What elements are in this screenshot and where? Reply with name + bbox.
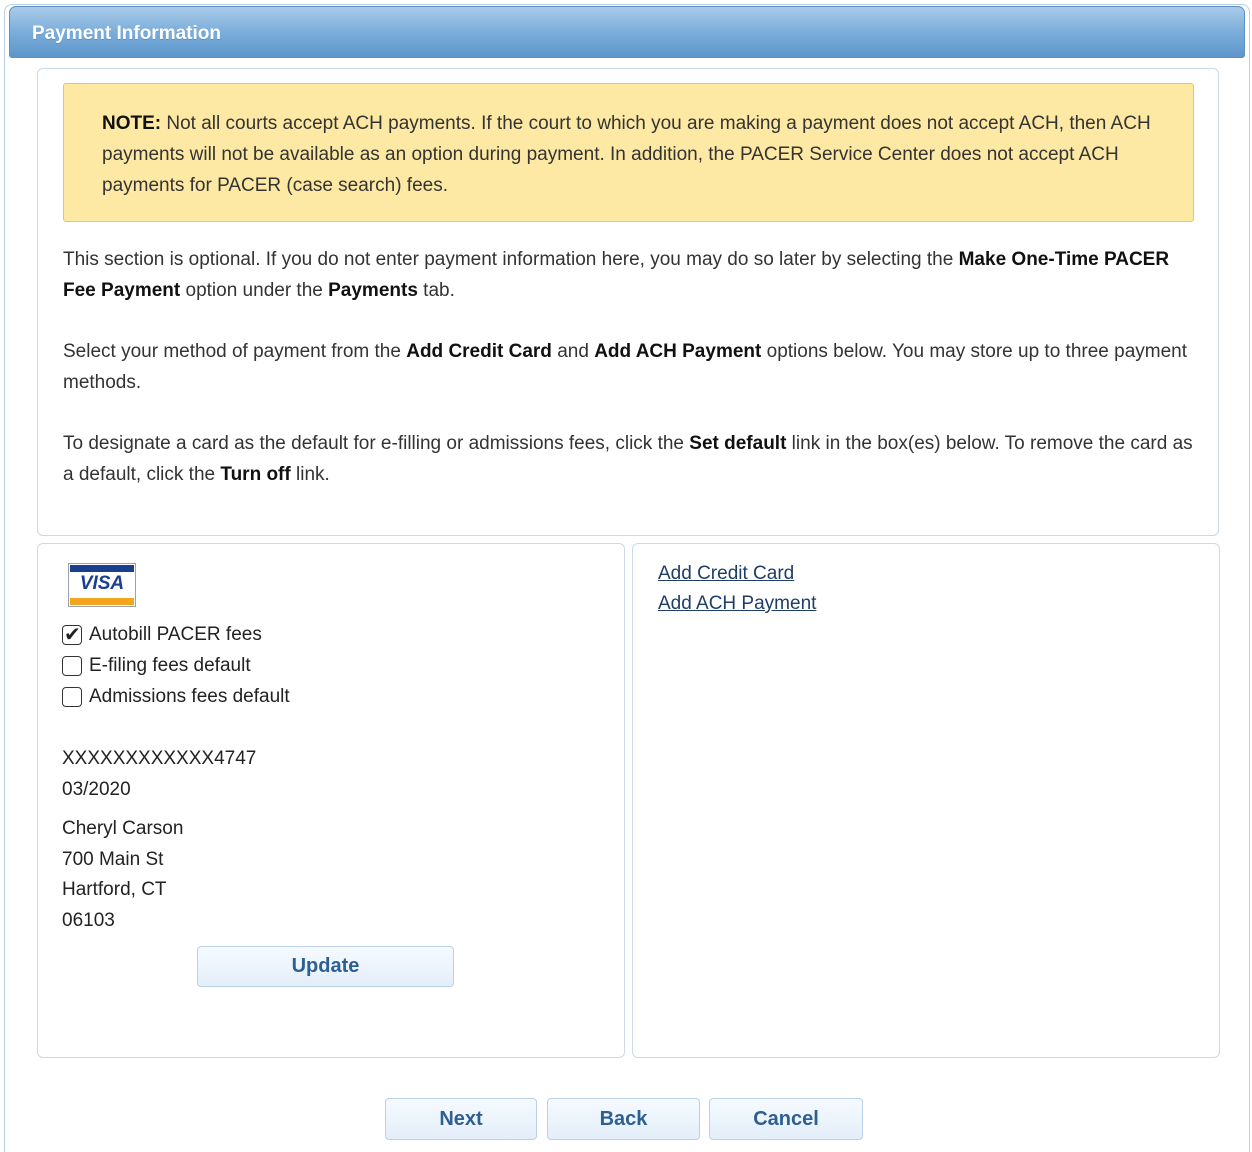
add-ach-payment-link[interactable]: Add ACH Payment — [658, 593, 816, 615]
default-text-3: link. — [290, 464, 330, 485]
method-paragraph: Select your method of payment from the A… — [63, 336, 1193, 398]
method-text-1: Select your method of payment from the — [63, 341, 407, 362]
optional-text-2: option under the — [180, 280, 329, 301]
update-button[interactable]: Update — [197, 946, 454, 987]
method-bold-2: Add ACH Payment — [594, 341, 762, 362]
back-button[interactable]: Back — [547, 1098, 700, 1140]
visa-card-icon: VISA — [68, 563, 136, 607]
default-bold-2: Turn off — [220, 464, 291, 485]
method-bold-1: Add Credit Card — [406, 341, 552, 362]
add-credit-card-link[interactable]: Add Credit Card — [658, 563, 794, 585]
admissions-default-option[interactable]: Admissions fees default — [62, 684, 290, 710]
card-brand: VISA — [79, 573, 125, 594]
admissions-default-checkbox[interactable] — [62, 687, 82, 707]
billing-city-state: Hartford, CT — [62, 879, 167, 900]
optional-text-3: tab. — [417, 280, 455, 301]
optional-text-1: This section is optional. If you do not … — [63, 249, 959, 270]
autobill-label: Autobill PACER fees — [89, 624, 262, 645]
efiling-default-checkbox[interactable] — [62, 656, 82, 676]
optional-bold-2: Payments — [328, 280, 418, 301]
card-expiry: 03/2020 — [62, 779, 131, 800]
panel-header: Payment Information — [9, 6, 1245, 58]
next-button[interactable]: Next — [385, 1098, 537, 1140]
default-paragraph: To designate a card as the default for e… — [63, 428, 1193, 490]
panel-title: Payment Information — [32, 23, 221, 44]
optional-paragraph: This section is optional. If you do not … — [63, 244, 1193, 306]
default-text-1: To designate a card as the default for e… — [63, 433, 690, 454]
billing-zip: 06103 — [62, 910, 115, 931]
efiling-default-option[interactable]: E-filing fees default — [62, 653, 251, 679]
autobill-checkbox[interactable] — [62, 622, 82, 646]
default-bold-1: Set default — [689, 433, 787, 454]
method-text-2: and — [551, 341, 595, 362]
cancel-button[interactable]: Cancel — [709, 1098, 863, 1140]
card-number: XXXXXXXXXXXX4747 — [62, 748, 257, 769]
autobill-option[interactable]: Autobill PACER fees — [62, 622, 262, 648]
efiling-default-label: E-filing fees default — [89, 655, 251, 676]
note-label: NOTE: — [102, 113, 162, 134]
ach-note: NOTE: Not all courts accept ACH payments… — [63, 83, 1194, 222]
note-text: Not all courts accept ACH payments. If t… — [102, 113, 1151, 196]
billing-street: 700 Main St — [62, 849, 164, 870]
add-payment-panel — [632, 543, 1220, 1058]
cardholder-name: Cheryl Carson — [62, 818, 184, 839]
admissions-default-label: Admissions fees default — [89, 686, 290, 707]
